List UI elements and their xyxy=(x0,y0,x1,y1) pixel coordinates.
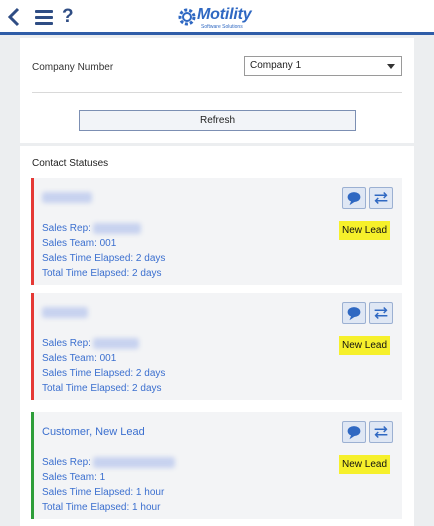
company-number-label: Company Number xyxy=(32,62,114,73)
sales-team: Sales Team: 001 xyxy=(42,238,117,249)
sales-time-elapsed: Sales Time Elapsed: 2 days xyxy=(42,368,166,379)
sales-time-elapsed: Sales Time Elapsed: 1 hour xyxy=(42,487,165,498)
contact-card[interactable]: Sales Rep: Sales Team: 001 Sales Time El… xyxy=(31,178,402,285)
company-select-value: Company 1 xyxy=(250,60,302,71)
sales-rep-label: Sales Rep: xyxy=(42,457,91,468)
company-number-select[interactable]: Company 1 xyxy=(244,56,402,76)
company-section: Company Number Company 1 Refresh xyxy=(20,38,414,143)
status-bar xyxy=(31,178,34,285)
total-time-elapsed: Total Time Elapsed: 2 days xyxy=(42,383,162,394)
section-divider xyxy=(20,143,414,146)
total-time-elapsed: Total Time Elapsed: 2 days xyxy=(42,268,162,279)
total-time-elapsed: Total Time Elapsed: 1 hour xyxy=(42,502,161,513)
refresh-button[interactable]: Refresh xyxy=(79,110,356,131)
contact-name[interactable]: Customer, New Lead xyxy=(42,426,145,438)
divider xyxy=(32,92,402,93)
top-bar: ? Motility Software Solutions xyxy=(0,0,434,35)
main-panel: Company Number Company 1 Refresh Contact… xyxy=(20,38,414,526)
transfer-button[interactable] xyxy=(369,187,393,209)
status-bar xyxy=(31,293,34,400)
sales-rep-label: Sales Rep: xyxy=(42,223,91,234)
status-badge: New Lead xyxy=(339,455,391,474)
status-badge: New Lead xyxy=(339,336,391,355)
hamburger-menu-icon[interactable] xyxy=(35,10,53,25)
message-button[interactable] xyxy=(342,421,366,443)
swap-arrows-icon xyxy=(374,426,388,438)
dropdown-arrow-icon xyxy=(387,64,395,69)
sales-time-elapsed: Sales Time Elapsed: 2 days xyxy=(42,253,166,264)
contact-statuses-title: Contact Statuses xyxy=(32,158,109,169)
help-icon[interactable]: ? xyxy=(62,6,74,28)
message-button[interactable] xyxy=(342,187,366,209)
swap-arrows-icon xyxy=(374,307,388,319)
redacted-sales-rep xyxy=(93,457,175,468)
transfer-button[interactable] xyxy=(369,302,393,324)
sales-rep-label: Sales Rep: xyxy=(42,338,91,349)
swap-arrows-icon xyxy=(374,192,388,204)
contact-card[interactable]: Sales Rep: Sales Team: 001 Sales Time El… xyxy=(31,293,402,400)
chat-bubble-icon xyxy=(347,426,361,440)
redacted-contact-name xyxy=(42,192,92,203)
transfer-button[interactable] xyxy=(369,421,393,443)
logo-subtitle: Software Solutions xyxy=(201,24,243,30)
contact-card[interactable]: Customer, New Lead Sales Rep: Sales Team… xyxy=(31,412,402,519)
redacted-sales-rep xyxy=(93,223,141,234)
logo-text: Motility xyxy=(197,6,252,23)
redacted-contact-name xyxy=(42,307,88,318)
gear-icon xyxy=(178,8,196,26)
chat-bubble-icon xyxy=(347,307,361,321)
chat-bubble-icon xyxy=(347,192,361,206)
status-badge: New Lead xyxy=(339,221,391,240)
sales-team: Sales Team: 001 xyxy=(42,353,117,364)
sales-team: Sales Team: 1 xyxy=(42,472,106,483)
message-button[interactable] xyxy=(342,302,366,324)
chevron-left-icon[interactable] xyxy=(6,6,24,28)
status-bar xyxy=(31,412,34,519)
motility-logo: Motility Software Solutions xyxy=(175,4,267,30)
redacted-sales-rep xyxy=(93,338,139,349)
